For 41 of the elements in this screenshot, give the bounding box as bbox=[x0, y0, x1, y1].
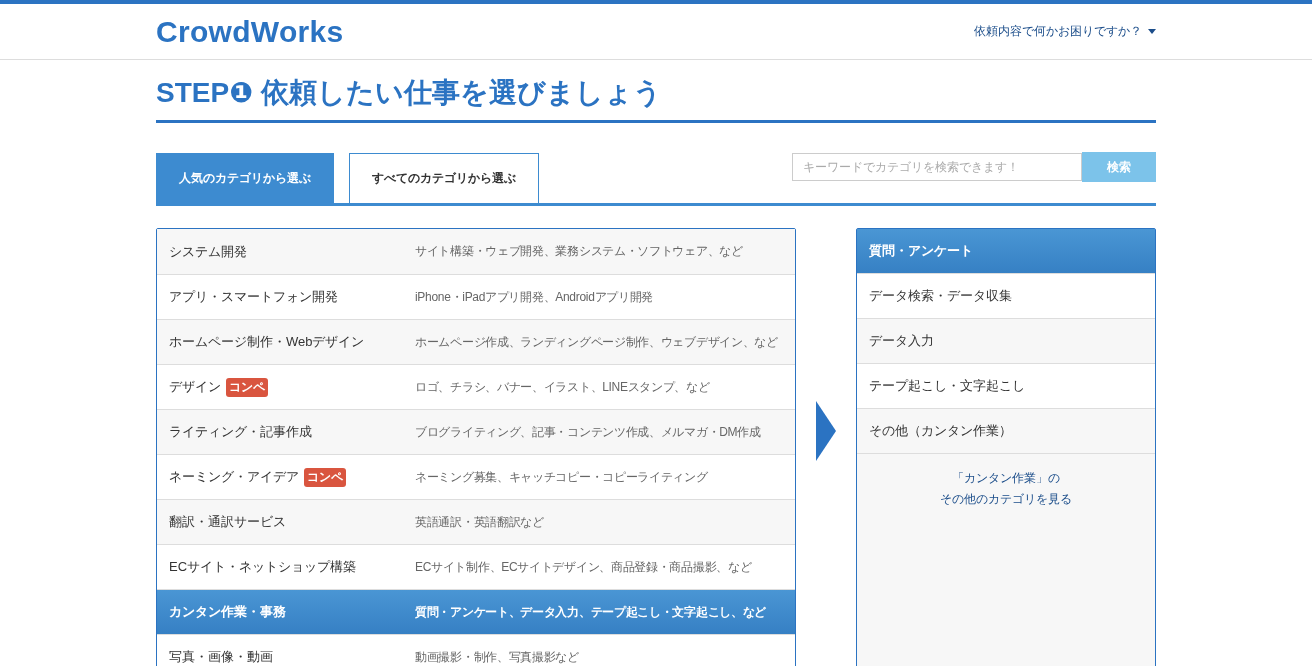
category-row[interactable]: カンタン作業・事務 質問・アンケート、データ入力、テープ起こし・文字起こし、など bbox=[157, 589, 795, 634]
search-field[interactable]: キーワードでカテゴリを検索できます！ bbox=[792, 153, 1082, 181]
page-title: STEP❶ 依頼したい仕事を選びましょう bbox=[156, 74, 1156, 123]
more-categories-link[interactable]: その他のカテゴリを見る bbox=[940, 489, 1072, 510]
subcategory-item[interactable]: 質問・アンケート bbox=[857, 229, 1155, 274]
caret-icon bbox=[1148, 29, 1156, 34]
category-description: ネーミング募集、キャッチコピー・コピーライティング bbox=[415, 468, 708, 486]
category-description: ブログライティング、記事・コンテンツ作成、メルマガ・DM作成 bbox=[415, 423, 761, 441]
category-row[interactable]: 写真・画像・動画 動画撮影・制作、写真撮影など bbox=[157, 634, 795, 666]
category-name: ECサイト・ネットショップ構築 bbox=[169, 558, 357, 576]
more-categories-link[interactable]: 「カンタン作業」の bbox=[952, 468, 1060, 489]
category-description: ECサイト制作、ECサイトデザイン、商品登録・商品撮影、など bbox=[415, 558, 752, 576]
category-tab[interactable]: すべてのカテゴリから選ぶ bbox=[349, 153, 539, 203]
category-row[interactable]: システム開発 サイト構築・ウェブ開発、業務システム・ソフトウェア、など bbox=[157, 229, 795, 274]
competition-badge: コンペ bbox=[226, 377, 268, 397]
category-name: アプリ・スマートフォン開発 bbox=[169, 288, 338, 306]
category-description: iPhone・iPadアプリ開発、Androidアプリ開発 bbox=[415, 288, 654, 306]
category-row[interactable]: ライティング・記事作成 ブログライティング、記事・コンテンツ作成、メルマガ・DM作成 bbox=[157, 409, 795, 454]
category-description: 質問・アンケート、データ入力、テープ起こし・文字起こし、など bbox=[415, 603, 766, 621]
category-row[interactable]: ホームページ制作・Webデザイン ホームページ作成、ランディングページ制作、ウェブデザイン、など bbox=[157, 319, 795, 364]
help-menu[interactable]: 依頼内容で何かお困りですか？ bbox=[974, 23, 1156, 40]
category-name: カンタン作業・事務 bbox=[169, 603, 286, 621]
subcategory-item[interactable]: テープ起こし・文字起こし bbox=[857, 364, 1155, 409]
category-description: ロゴ、チラシ、バナー、イラスト、LINEスタンプ、など bbox=[415, 378, 710, 396]
subcategory-item[interactable]: データ検索・データ収集 bbox=[857, 274, 1155, 319]
category-description: ホームページ作成、ランディングページ制作、ウェブデザイン、など bbox=[415, 333, 778, 351]
category-name: ホームページ制作・Webデザイン bbox=[169, 333, 365, 351]
category-name: 翻訳・通訳サービス bbox=[169, 513, 286, 531]
logo[interactable]: CrowdWorks bbox=[156, 14, 344, 49]
category-description: 英語通訳・英語翻訳など bbox=[415, 513, 544, 531]
right-arrow-icon bbox=[816, 401, 836, 461]
category-name: 写真・画像・動画 bbox=[169, 648, 273, 666]
category-name: ネーミング・アイデア bbox=[169, 468, 299, 486]
category-tab[interactable]: 人気のカテゴリから選ぶ bbox=[156, 153, 334, 203]
category-name: システム開発 bbox=[169, 242, 247, 261]
category-name: ライティング・記事作成 bbox=[169, 423, 312, 441]
competition-badge: コンペ bbox=[304, 467, 346, 487]
category-name: デザイン bbox=[169, 378, 221, 396]
category-row[interactable]: 翻訳・通訳サービス 英語通訳・英語翻訳など bbox=[157, 499, 795, 544]
category-description: サイト構築・ウェブ開発、業務システム・ソフトウェア、など bbox=[415, 243, 743, 260]
category-description: 動画撮影・制作、写真撮影など bbox=[415, 648, 579, 666]
